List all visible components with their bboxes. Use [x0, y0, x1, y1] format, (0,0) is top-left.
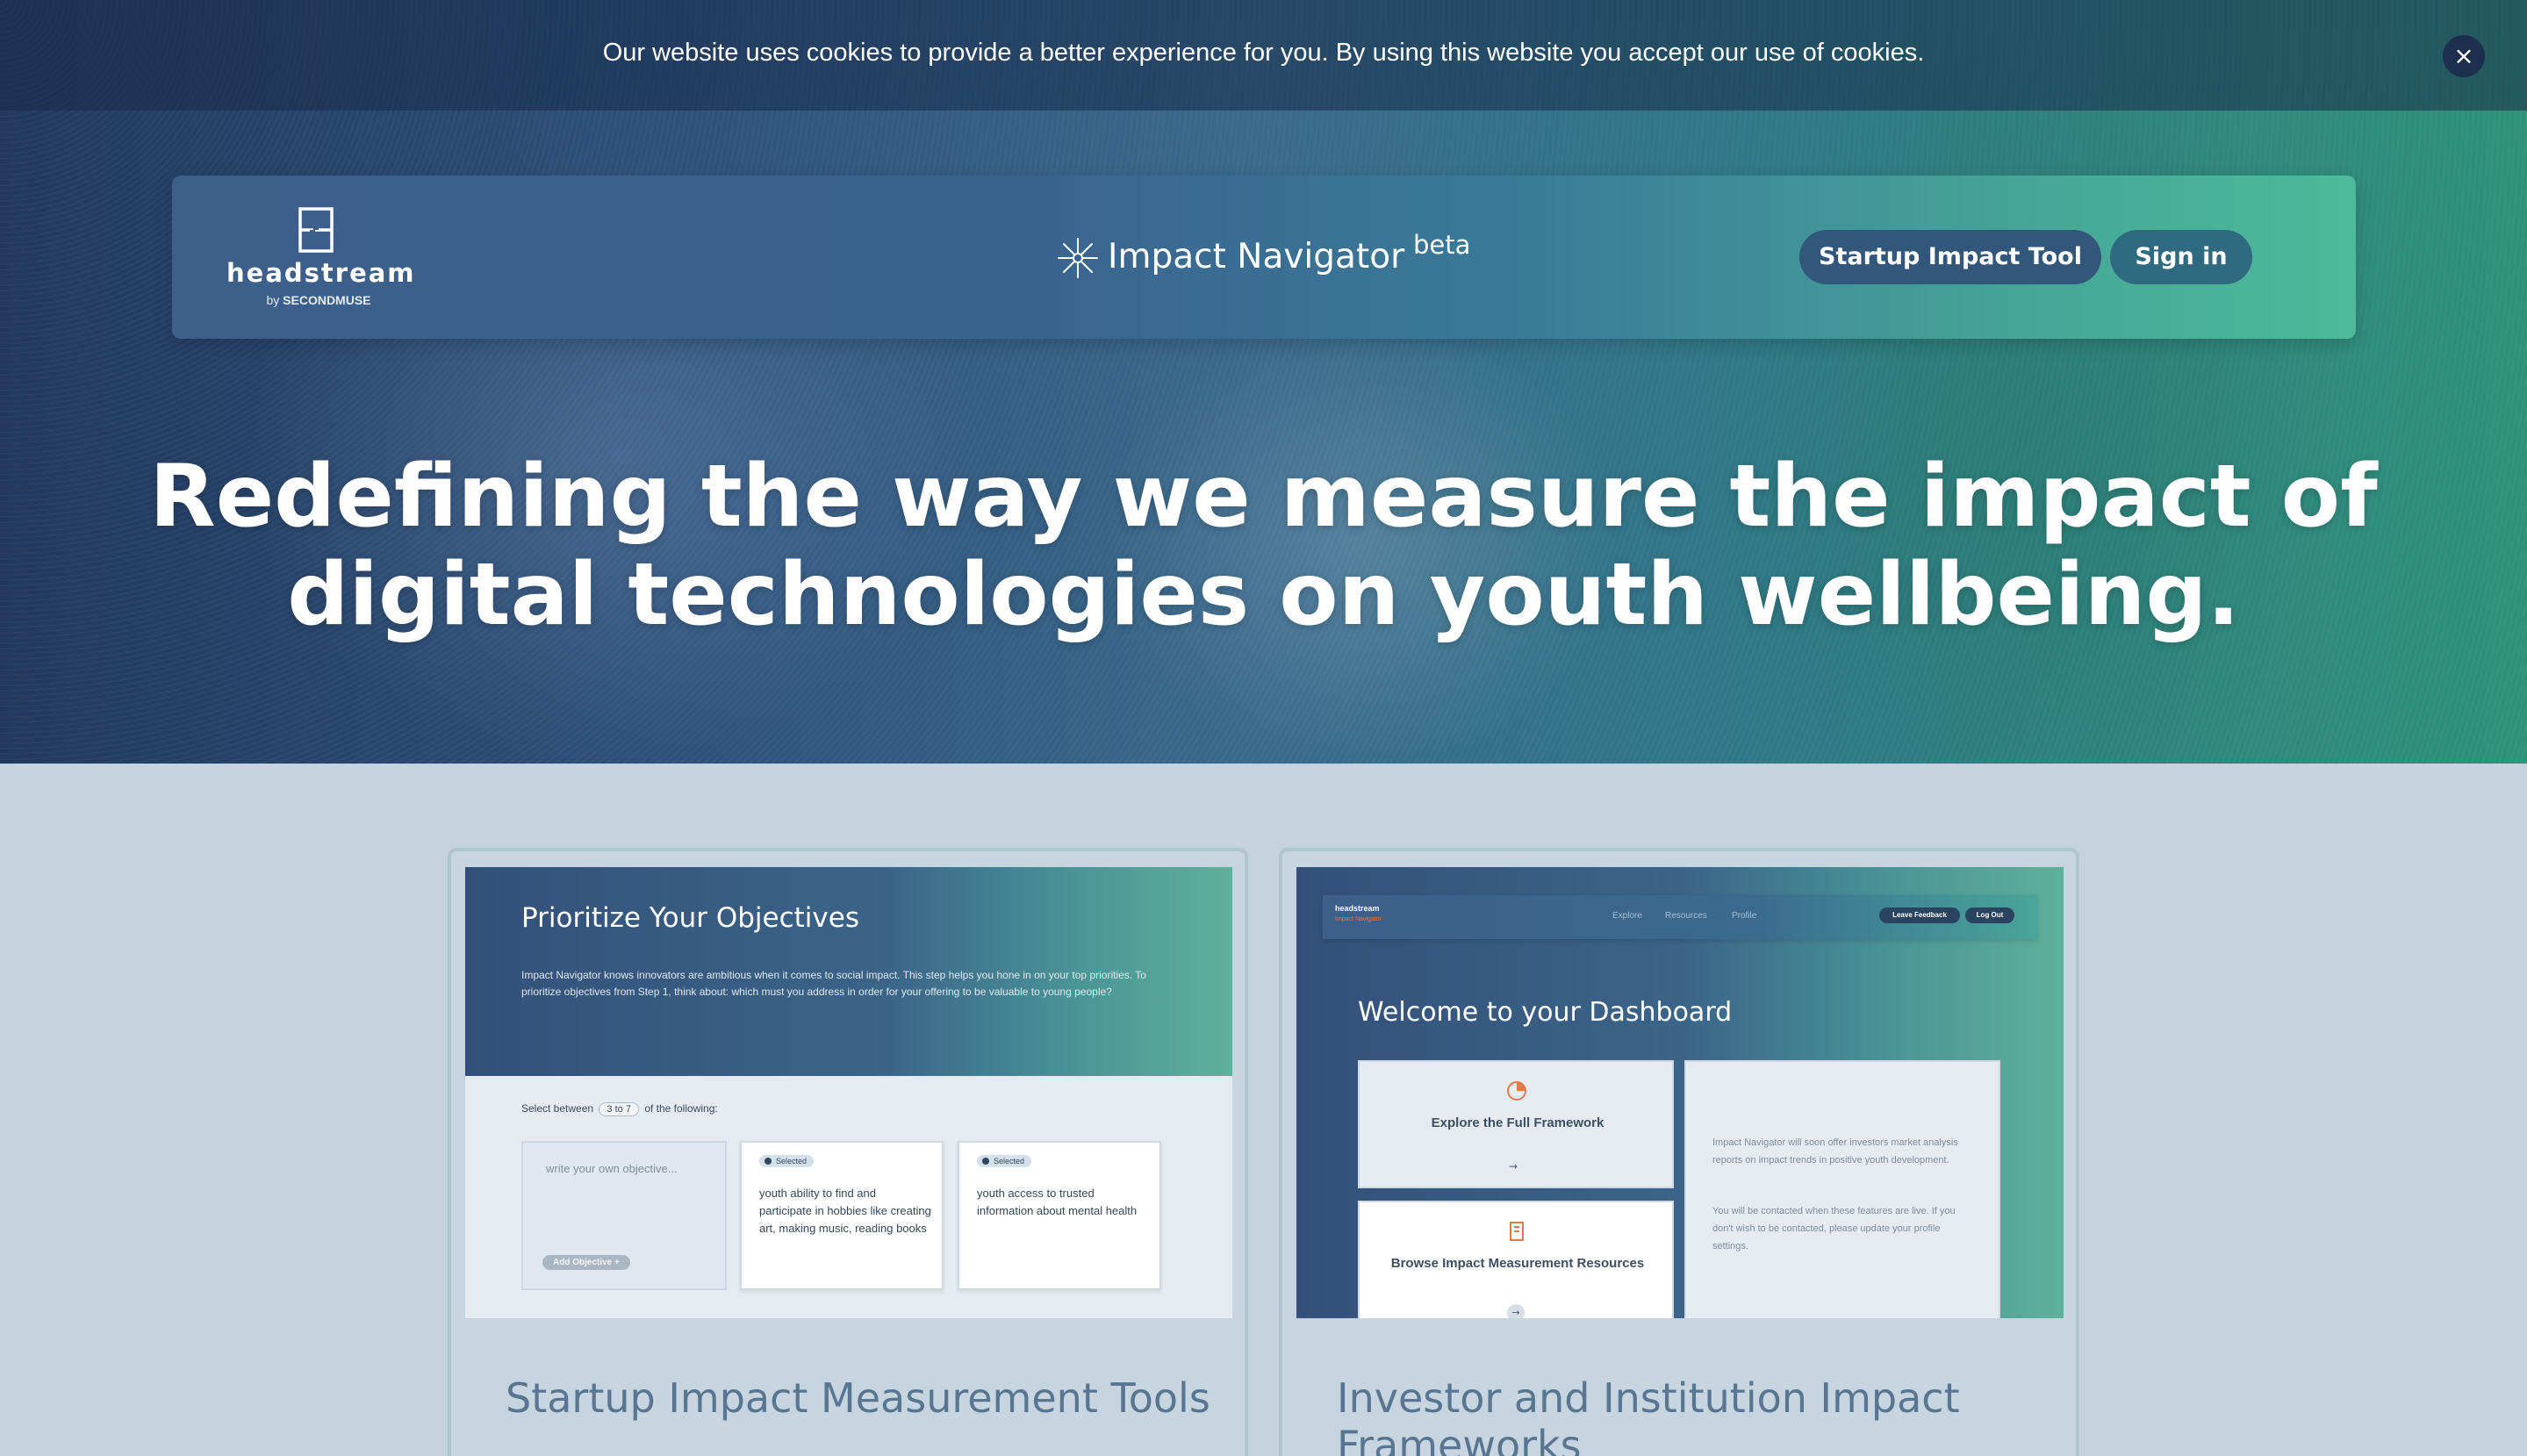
info-tile: Impact Navigator will soon offer investo…: [1684, 1060, 2000, 1318]
card-title[interactable]: Investor and Institution Impact Framewor…: [1337, 1374, 2057, 1456]
info-paragraph-1: Impact Navigator will soon offer investo…: [1712, 1137, 1958, 1166]
headstream-logo[interactable]: headstream by SECONDMUSE: [226, 205, 428, 311]
investor-frameworks-preview: headstream Impact Navigator Explore Reso…: [1296, 867, 2064, 1318]
range-pill: 3 to 7: [599, 1102, 639, 1116]
compass-star-icon: [1058, 238, 1098, 278]
range-from: 3: [607, 1104, 613, 1115]
book-icon: [1510, 1222, 1524, 1241]
select-prefix: Select between: [521, 1102, 594, 1115]
site-header: headstream by SECONDMUSE Impact Navigato…: [172, 176, 2356, 339]
preview-logout-button: Log Out: [1965, 907, 2014, 923]
preview-feedback-button: Leave Feedback: [1879, 907, 1960, 923]
browse-resources-tile: Browse Impact Measurement Resources →: [1358, 1201, 1674, 1318]
beta-tag: beta: [1413, 230, 1471, 260]
logo-by-text: by: [266, 293, 280, 307]
headline-line-1: Redefining the way we measure the impact…: [149, 447, 2378, 547]
preview-body: Select between 3 to 7 of the following: …: [465, 1076, 1232, 1318]
info-paragraph-2: You will be contacted when these feature…: [1712, 1206, 1956, 1252]
arrow-circle-icon: →: [1507, 1304, 1525, 1318]
cookie-close-button[interactable]: ×: [2443, 35, 2485, 77]
preview-navbar: headstream Impact Navigator Explore Reso…: [1323, 895, 2037, 939]
select-suffix: of the following:: [644, 1102, 718, 1115]
pie-chart-icon: [1507, 1081, 1526, 1101]
hero-section: [0, 0, 2527, 764]
selected-badge: Selected: [977, 1155, 1032, 1167]
selected-badge: Selected: [759, 1155, 815, 1167]
preview-logo: headstream: [1335, 904, 1380, 913]
preview-header: Prioritize Your Objectives Impact Naviga…: [465, 867, 1232, 1076]
objective-card: Selected youth ability to find and parti…: [740, 1141, 944, 1290]
product-name: Impact Navigator: [1108, 237, 1405, 276]
startup-tools-preview: Prioritize Your Objectives Impact Naviga…: [465, 867, 1232, 1318]
logo-byline: by SECONDMUSE: [226, 293, 411, 307]
preview-paragraph: Impact Navigator knows innovators are am…: [521, 969, 1146, 998]
sign-in-button[interactable]: Sign in: [2110, 230, 2252, 284]
preview-heading: Prioritize Your Objectives: [521, 902, 859, 934]
objective-text: youth access to trusted information abou…: [977, 1187, 1138, 1217]
startup-tools-card[interactable]: Prioritize Your Objectives Impact Naviga…: [448, 848, 1248, 1456]
preview-nav-resources: Resources: [1665, 911, 1707, 921]
headstream-logo-icon: [298, 207, 334, 253]
logo-wordmark: headstream: [226, 258, 416, 288]
hero-headline: Redefining the way we measure the impact…: [0, 448, 2527, 644]
select-range-text: Select between 3 to 7 of the following:: [521, 1102, 718, 1116]
cookie-banner: Our website uses cookies to provide a be…: [0, 0, 2527, 111]
preview-dashboard-heading: Welcome to your Dashboard: [1358, 997, 1733, 1028]
card-title[interactable]: Startup Impact Measurement Tools: [506, 1374, 1225, 1422]
objective-text: youth ability to find and participate in…: [759, 1187, 931, 1235]
range-word: to: [614, 1104, 623, 1115]
preview-logo-sub: Impact Navigator: [1335, 916, 1382, 922]
objective-input-box: write your own objective... Add Objectiv…: [521, 1141, 727, 1290]
startup-impact-tool-button[interactable]: Startup Impact Tool: [1799, 230, 2101, 284]
logo-by-brand: SECONDMUSE: [283, 293, 371, 307]
explore-framework-title: Explore the Full Framework: [1431, 1115, 1605, 1130]
add-objective-button: Add Objective +: [542, 1255, 630, 1270]
cookie-message: Our website uses cookies to provide a be…: [602, 39, 1925, 67]
investor-frameworks-card[interactable]: headstream Impact Navigator Explore Reso…: [1279, 848, 2079, 1456]
preview-nav-explore: Explore: [1612, 911, 1642, 921]
headline-line-2: digital technologies on youth wellbeing.: [287, 545, 2240, 645]
preview-nav-profile: Profile: [1732, 911, 1757, 921]
browse-resources-title: Browse Impact Measurement Resources: [1390, 1256, 1645, 1271]
range-to: 7: [625, 1104, 631, 1115]
objective-input-placeholder: write your own objective...: [546, 1162, 678, 1175]
arrow-right-icon: →: [1509, 1160, 1518, 1173]
explore-framework-tile: Explore the Full Framework →: [1358, 1060, 1674, 1188]
objective-card: Selected youth access to trusted informa…: [958, 1141, 1161, 1290]
